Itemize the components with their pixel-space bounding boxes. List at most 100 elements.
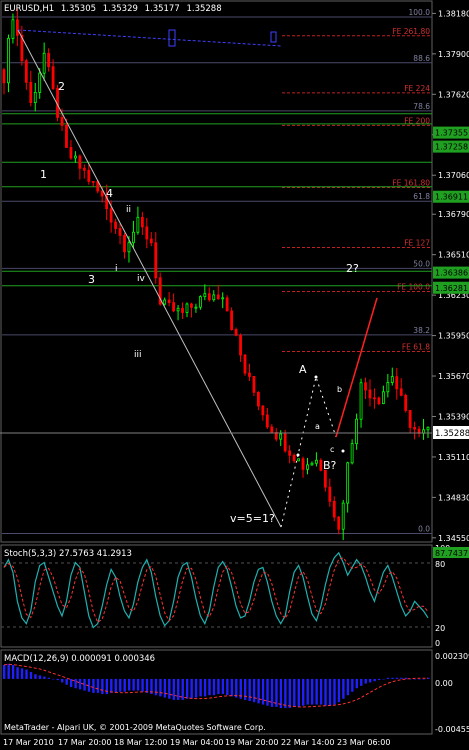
candle-body bbox=[377, 397, 381, 404]
macd-bar bbox=[78, 678, 82, 690]
macd-bar bbox=[328, 678, 332, 706]
candle-body bbox=[373, 397, 376, 400]
price-tick-9: 1.35670 bbox=[438, 372, 469, 381]
level-box-label-4: 1.36281 bbox=[435, 284, 468, 293]
macd-bar bbox=[114, 678, 117, 693]
wave-label-3: 3 bbox=[88, 273, 95, 286]
candle-body bbox=[413, 427, 417, 430]
macd-bar bbox=[25, 669, 28, 679]
candle-body bbox=[404, 394, 408, 411]
candle-body bbox=[194, 306, 198, 309]
fib-label-6: 0.0 bbox=[418, 524, 430, 533]
ohlc-low: 1.35177 bbox=[145, 4, 180, 14]
fib-label-0: 100.0 bbox=[409, 8, 431, 17]
macd-bar bbox=[266, 678, 269, 706]
macd-bar bbox=[360, 678, 363, 686]
macd-bar bbox=[145, 678, 149, 693]
wave-label-b: b bbox=[337, 385, 342, 394]
macd-bar bbox=[386, 677, 390, 679]
macd-bar bbox=[127, 678, 131, 691]
macd-bar bbox=[355, 678, 358, 689]
time-tick-0: 17 Mar 2010 bbox=[3, 738, 54, 747]
macd-bar bbox=[230, 678, 234, 697]
macd-bar bbox=[65, 678, 68, 685]
candle-body bbox=[315, 459, 318, 464]
candle-body bbox=[82, 167, 86, 171]
macd-bar bbox=[315, 678, 318, 705]
fe-label-4: FE 127 bbox=[404, 238, 430, 247]
candle-body bbox=[328, 486, 332, 502]
macd-tick-top: 0.002309 bbox=[435, 652, 469, 661]
fib-label-4: 50.0 bbox=[413, 259, 430, 268]
macd-label: MACD(12,26,9) 0.000091 0.000346 bbox=[4, 654, 155, 664]
macd-bar bbox=[185, 678, 189, 699]
candle-body bbox=[216, 294, 220, 300]
macd-bar bbox=[190, 678, 193, 699]
wave-label-iii: iii bbox=[134, 350, 142, 360]
macd-bar bbox=[400, 677, 403, 679]
candle-body bbox=[38, 72, 42, 93]
macd-bar bbox=[427, 677, 430, 679]
candle-body bbox=[100, 190, 104, 197]
price-tick-8: 1.35950 bbox=[438, 332, 469, 341]
macd-bar bbox=[333, 678, 336, 705]
time-tick-5: 22 Mar 14:00 bbox=[281, 738, 334, 747]
candle-body bbox=[248, 372, 251, 377]
wave-marker-a bbox=[296, 453, 300, 457]
candle-body bbox=[359, 382, 363, 420]
macd-bar bbox=[168, 678, 171, 699]
candle-body bbox=[114, 221, 117, 229]
macd-bar bbox=[293, 678, 296, 707]
macd-bar bbox=[221, 678, 225, 695]
candle-body bbox=[132, 231, 135, 244]
price-tick-2: 1.37620 bbox=[438, 90, 469, 99]
fib-label-5: 38.2 bbox=[413, 326, 430, 335]
macd-tick-zero: 0.00 bbox=[435, 679, 453, 688]
candle-body bbox=[109, 208, 113, 223]
macd-bar bbox=[119, 678, 122, 692]
time-tick-2: 18 Mar 12:00 bbox=[114, 738, 167, 747]
stoch-label: Stoch(5,3,3) 27.5763 41.2913 bbox=[4, 549, 132, 559]
candle-body bbox=[292, 454, 296, 462]
macd-bar bbox=[217, 678, 220, 695]
symbol-timeframe: EURUSD,H1 bbox=[4, 4, 54, 14]
candle-body bbox=[261, 405, 265, 416]
macd-bar bbox=[368, 678, 372, 683]
candle-body bbox=[310, 462, 314, 466]
chart-header: EURUSD,H1 1.35305 1.35329 1.35177 1.3528… bbox=[4, 4, 222, 14]
macd-bar bbox=[110, 678, 113, 693]
stoch-tick-20: 20 bbox=[435, 624, 445, 633]
macd-bar bbox=[212, 678, 216, 696]
fe-label-3: FE 161.80 bbox=[392, 178, 430, 187]
candle-body bbox=[172, 302, 176, 312]
candle-body bbox=[225, 297, 229, 312]
wave-label-A: A bbox=[299, 363, 307, 376]
candle-body bbox=[167, 299, 171, 304]
candle-body bbox=[154, 242, 158, 279]
candle-body bbox=[47, 52, 51, 68]
candle-body bbox=[408, 410, 412, 428]
candle-body bbox=[176, 307, 180, 312]
macd-bar bbox=[83, 678, 86, 691]
macd-bar bbox=[132, 678, 135, 691]
macd-bar bbox=[11, 664, 15, 679]
candle-body bbox=[2, 69, 6, 84]
macd-bar bbox=[194, 678, 198, 698]
wave-marker-b bbox=[314, 375, 318, 379]
candle-body bbox=[212, 294, 216, 301]
price-tick-13: 1.34550 bbox=[438, 534, 469, 543]
time-tick-1: 17 Mar 20:00 bbox=[58, 738, 111, 747]
macd-bar bbox=[319, 678, 323, 705]
candle-body bbox=[239, 334, 242, 356]
wave-label-B: B? bbox=[323, 459, 337, 472]
candle-body bbox=[368, 389, 372, 399]
macd-bar bbox=[248, 678, 251, 702]
candle-body bbox=[341, 502, 345, 530]
macd-bar bbox=[163, 678, 167, 698]
ohlc-close: 1.35288 bbox=[186, 4, 221, 14]
macd-bar bbox=[172, 678, 175, 700]
macd-bar bbox=[92, 678, 95, 693]
time-tick-4: 19 Mar 20:00 bbox=[225, 738, 278, 747]
macd-bar bbox=[177, 678, 180, 700]
candle-body bbox=[123, 234, 126, 253]
